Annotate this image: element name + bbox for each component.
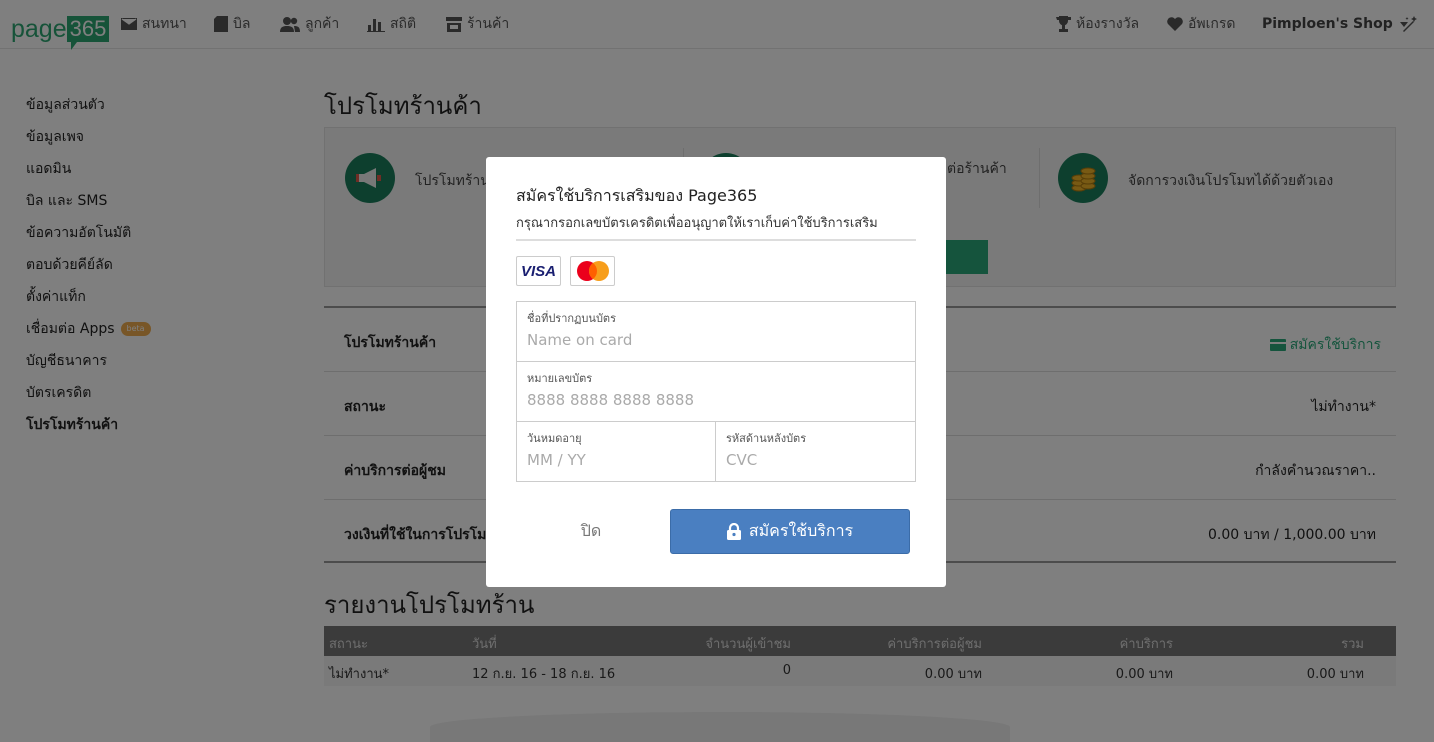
expiry-group: วันหมดอายุ: [517, 422, 716, 481]
modal-title: สมัครใช้บริการเสริมของ Page365: [516, 186, 758, 205]
close-button[interactable]: ปิด: [516, 509, 666, 553]
visa-logo: VISA: [516, 256, 561, 286]
card-number-label: หมายเลขบัตร: [527, 372, 593, 385]
subscribe-button[interactable]: สมัครใช้บริการ: [670, 509, 910, 554]
card-number-group: หมายเลขบัตร: [517, 362, 915, 422]
cvc-label: รหัสด้านหลังบัตร: [726, 432, 807, 445]
subscribe-modal: สมัครใช้บริการเสริมของ Page365 กรุณากรอก…: [486, 157, 946, 587]
name-on-card-input[interactable]: [527, 331, 897, 349]
cvc-input[interactable]: [726, 451, 901, 469]
modal-subtitle: กรุณากรอกเลขบัตรเครดิตเพื่ออนุญาตให้เราเ…: [516, 216, 878, 231]
mastercard-logo: [570, 256, 615, 286]
name-on-card-label: ชื่อที่ปรากฏบนบัตร: [527, 312, 616, 325]
expiry-input[interactable]: [527, 451, 702, 469]
card-form: ชื่อที่ปรากฏบนบัตร หมายเลขบัตร วันหมดอาย…: [516, 301, 916, 482]
cvc-group: รหัสด้านหลังบัตร: [716, 422, 915, 481]
lock-icon: [726, 523, 741, 540]
modal-divider: [516, 239, 916, 241]
subscribe-button-label: สมัครใช้บริการ: [748, 521, 854, 540]
expiry-label: วันหมดอายุ: [527, 432, 582, 445]
name-on-card-group: ชื่อที่ปรากฏบนบัตร: [517, 302, 915, 362]
card-number-input[interactable]: [527, 391, 897, 409]
